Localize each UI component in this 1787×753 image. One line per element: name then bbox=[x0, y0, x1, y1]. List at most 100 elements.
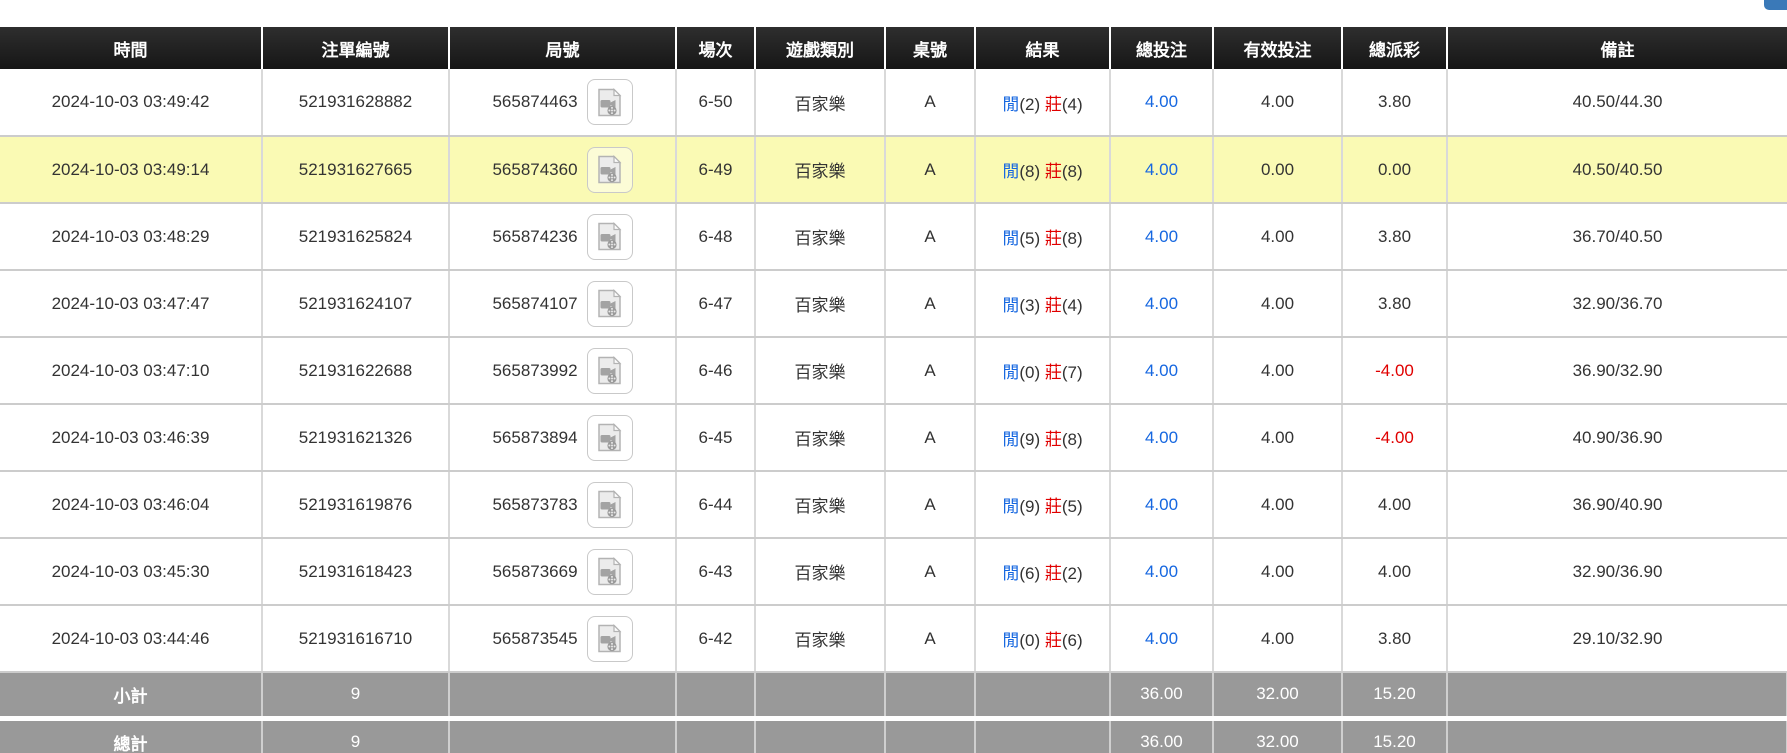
result-banker-label: 莊 bbox=[1045, 296, 1062, 315]
cell-total-bet: 4.00 bbox=[1110, 471, 1213, 538]
result-banker-label: 莊 bbox=[1045, 162, 1062, 181]
video-replay-button[interactable] bbox=[587, 348, 633, 394]
video-replay-button[interactable] bbox=[587, 616, 633, 662]
cell-remark: 36.90/32.90 bbox=[1447, 337, 1787, 404]
grand-total-row: 總計 9 36.00 32.00 15.20 bbox=[0, 718, 1787, 753]
result-banker-points: (4) bbox=[1062, 95, 1083, 114]
table-row[interactable]: 2024-10-03 03:46:04 521931619876 5658737… bbox=[0, 471, 1787, 538]
video-replay-button[interactable] bbox=[587, 415, 633, 461]
cell-bet-id: 521931619876 bbox=[262, 471, 449, 538]
subtotal-count: 9 bbox=[262, 672, 449, 718]
cell-remark: 36.90/40.90 bbox=[1447, 471, 1787, 538]
subtotal-payout: 15.20 bbox=[1342, 672, 1447, 718]
cell-table-no: A bbox=[885, 270, 975, 337]
video-replay-button[interactable] bbox=[587, 214, 633, 260]
column-header-round-id: 局號 bbox=[449, 27, 676, 69]
cell-game-type: 百家樂 bbox=[755, 69, 885, 136]
top-strip bbox=[0, 0, 1787, 27]
round-id-text: 565873545 bbox=[492, 629, 577, 649]
cell-time: 2024-10-03 03:49:42 bbox=[0, 69, 262, 136]
cell-game-type: 百家樂 bbox=[755, 471, 885, 538]
video-replay-button[interactable] bbox=[587, 281, 633, 327]
table-row[interactable]: 2024-10-03 03:46:39 521931621326 5658738… bbox=[0, 404, 1787, 471]
table-row[interactable]: 2024-10-03 03:48:29 521931625824 5658742… bbox=[0, 203, 1787, 270]
cut-off-blue-button[interactable] bbox=[1764, 0, 1787, 10]
cell-session: 6-48 bbox=[676, 203, 755, 270]
video-replay-button[interactable] bbox=[587, 549, 633, 595]
result-banker-points: (8) bbox=[1062, 229, 1083, 248]
video-file-icon bbox=[596, 356, 623, 385]
subtotal-empty-cell bbox=[1447, 672, 1787, 718]
grand-total-valid-bet: 32.00 bbox=[1213, 718, 1342, 753]
table-row[interactable]: 2024-10-03 03:49:42 521931628882 5658744… bbox=[0, 69, 1787, 136]
column-header-table-no: 桌號 bbox=[885, 27, 975, 69]
grand-total-empty-cell bbox=[755, 718, 885, 753]
cell-result: 閒(0) 莊(6) bbox=[975, 605, 1110, 672]
cell-remark: 32.90/36.70 bbox=[1447, 270, 1787, 337]
cell-bet-id: 521931625824 bbox=[262, 203, 449, 270]
result-player-label: 閒 bbox=[1002, 296, 1019, 315]
result-player-label: 閒 bbox=[1002, 430, 1019, 449]
cell-remark: 36.70/40.50 bbox=[1447, 203, 1787, 270]
video-file-icon bbox=[596, 155, 623, 184]
video-replay-button[interactable] bbox=[587, 79, 633, 125]
subtotal-row: 小計 9 36.00 32.00 15.20 bbox=[0, 672, 1787, 718]
cell-total-payout: 3.80 bbox=[1342, 203, 1447, 270]
video-file-icon bbox=[596, 222, 623, 251]
video-replay-button[interactable] bbox=[587, 147, 633, 193]
column-header-bet-id: 注單編號 bbox=[262, 27, 449, 69]
cell-game-type: 百家樂 bbox=[755, 404, 885, 471]
cell-table-no: A bbox=[885, 136, 975, 203]
table-row[interactable]: 2024-10-03 03:49:14 521931627665 5658743… bbox=[0, 136, 1787, 203]
cell-result: 閒(3) 莊(4) bbox=[975, 270, 1110, 337]
cell-total-payout: -4.00 bbox=[1342, 337, 1447, 404]
cell-time: 2024-10-03 03:49:14 bbox=[0, 136, 262, 203]
cell-bet-id: 521931624107 bbox=[262, 270, 449, 337]
result-player-label: 閒 bbox=[1002, 162, 1019, 181]
round-id-text: 565874107 bbox=[492, 294, 577, 314]
cell-session: 6-43 bbox=[676, 538, 755, 605]
grand-total-empty-cell bbox=[676, 718, 755, 753]
cell-round-id: 565874360 bbox=[449, 136, 676, 203]
cell-result: 閒(8) 莊(8) bbox=[975, 136, 1110, 203]
cell-total-bet: 4.00 bbox=[1110, 69, 1213, 136]
cell-valid-bet: 4.00 bbox=[1213, 404, 1342, 471]
round-id-text: 565873669 bbox=[492, 562, 577, 582]
cell-total-bet: 4.00 bbox=[1110, 270, 1213, 337]
bet-records-table: 時間 注單編號 局號 場次 遊戲類別 桌號 結果 總投注 有效投注 總派彩 備註… bbox=[0, 27, 1787, 753]
column-header-total-bet: 總投注 bbox=[1110, 27, 1213, 69]
table-row[interactable]: 2024-10-03 03:45:30 521931618423 5658736… bbox=[0, 538, 1787, 605]
result-player-label: 閒 bbox=[1002, 95, 1019, 114]
result-player-label: 閒 bbox=[1002, 631, 1019, 650]
subtotal-empty-cell bbox=[885, 672, 975, 718]
cell-total-bet: 4.00 bbox=[1110, 538, 1213, 605]
cell-result: 閒(0) 莊(7) bbox=[975, 337, 1110, 404]
table-row[interactable]: 2024-10-03 03:44:46 521931616710 5658735… bbox=[0, 605, 1787, 672]
cell-total-payout: 4.00 bbox=[1342, 471, 1447, 538]
cell-total-payout: -4.00 bbox=[1342, 404, 1447, 471]
result-banker-label: 莊 bbox=[1045, 95, 1062, 114]
cell-result: 閒(6) 莊(2) bbox=[975, 538, 1110, 605]
video-file-icon bbox=[596, 88, 623, 117]
cell-total-payout: 4.00 bbox=[1342, 538, 1447, 605]
cell-session: 6-47 bbox=[676, 270, 755, 337]
bet-records-page: 時間 注單編號 局號 場次 遊戲類別 桌號 結果 總投注 有效投注 總派彩 備註… bbox=[0, 0, 1787, 753]
table-row[interactable]: 2024-10-03 03:47:10 521931622688 5658739… bbox=[0, 337, 1787, 404]
cell-table-no: A bbox=[885, 404, 975, 471]
cell-round-id: 565873894 bbox=[449, 404, 676, 471]
table-row[interactable]: 2024-10-03 03:47:47 521931624107 5658741… bbox=[0, 270, 1787, 337]
column-header-time: 時間 bbox=[0, 27, 262, 69]
grand-total-count: 9 bbox=[262, 718, 449, 753]
cell-valid-bet: 4.00 bbox=[1213, 605, 1342, 672]
result-player-label: 閒 bbox=[1002, 564, 1019, 583]
grand-total-label: 總計 bbox=[0, 718, 262, 753]
column-header-total-payout: 總派彩 bbox=[1342, 27, 1447, 69]
grand-total-empty-cell bbox=[885, 718, 975, 753]
subtotal-empty-cell bbox=[449, 672, 676, 718]
video-replay-button[interactable] bbox=[587, 482, 633, 528]
cell-table-no: A bbox=[885, 203, 975, 270]
cell-valid-bet: 4.00 bbox=[1213, 203, 1342, 270]
cell-remark: 29.10/32.90 bbox=[1447, 605, 1787, 672]
result-banker-points: (7) bbox=[1062, 363, 1083, 382]
column-header-valid-bet: 有效投注 bbox=[1213, 27, 1342, 69]
